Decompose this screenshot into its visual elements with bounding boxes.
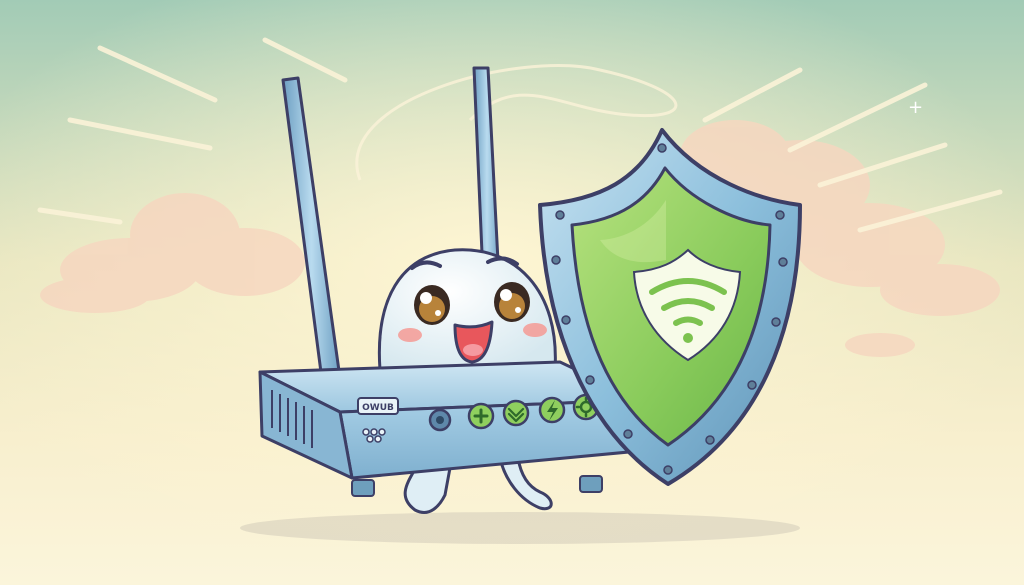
- plus-icon: [467, 402, 495, 430]
- eye-left: [414, 285, 450, 325]
- chevron-down-icon: [502, 399, 530, 427]
- router-label: OWUB: [362, 403, 394, 413]
- power-knob: [428, 408, 452, 432]
- ground-shadow: [240, 512, 800, 544]
- lightning-icon: [538, 396, 566, 424]
- cheek-left: [398, 328, 422, 342]
- eye-right: [494, 282, 530, 322]
- cheek-right: [523, 323, 547, 337]
- scene-illustration: + OWUB: [0, 0, 1024, 585]
- sparkle-icon: +: [908, 97, 923, 118]
